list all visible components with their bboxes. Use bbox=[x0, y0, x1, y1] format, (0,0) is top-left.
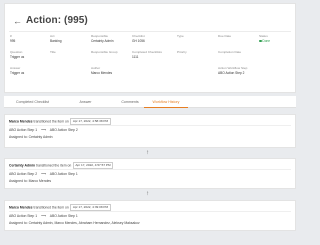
history-transition: ABO Action Step 1 ⟶ ABO Action Step 2 bbox=[9, 128, 78, 132]
to-step: ABO Action Step 2 bbox=[49, 128, 78, 132]
arrow-up-icon: ↑ bbox=[146, 191, 149, 197]
act-value: Banking bbox=[50, 39, 62, 43]
responsible-label: Responsible bbox=[91, 34, 109, 38]
divider bbox=[9, 169, 291, 170]
to-step: ABO Action Step 1 bbox=[49, 172, 78, 176]
from-step: ABO Action Step 2 bbox=[9, 172, 38, 176]
type-label: Type bbox=[177, 34, 184, 38]
history-date: Apr 17, 2022, 4:58:38 PM bbox=[70, 118, 111, 125]
history-transition: ABO Action Step 1 ⟶ ABO Action Step 1 bbox=[9, 214, 78, 218]
assigned-value: Certainty Admin bbox=[28, 135, 53, 139]
history-transition: ABO Action Step 2 ⟶ ABO Action Step 1 bbox=[9, 172, 78, 176]
tab-bar: Completed Checklist Answer Comments Work… bbox=[4, 96, 296, 108]
tab-answer[interactable]: Answer bbox=[61, 96, 110, 108]
divider bbox=[9, 31, 291, 32]
arrow-right-icon: ⟶ bbox=[41, 128, 46, 132]
author-value: Marco Mendes bbox=[91, 71, 113, 75]
arrow-up-icon: ↑ bbox=[146, 150, 149, 156]
question-value: Trigger us bbox=[10, 55, 25, 59]
arrow-right-icon: ⟶ bbox=[41, 172, 46, 176]
arrow-right-icon: ⟶ bbox=[41, 214, 46, 218]
checklist-value: GH 1056 bbox=[132, 39, 145, 43]
history-summary: Marco Mendes transitioned the item on Ap… bbox=[9, 204, 111, 211]
history-date: Apr 17, 2022, 4:39:08 PM bbox=[70, 204, 111, 211]
history-entry: Marco Mendes transitioned the item on Ap… bbox=[4, 114, 296, 148]
history-entry: Marco Mendes transitioned the item on Ap… bbox=[4, 200, 296, 231]
due-date-label: Due Date bbox=[218, 34, 232, 38]
author-label: Author bbox=[91, 66, 101, 70]
question-label: Question bbox=[10, 50, 23, 54]
history-summary: Certainty Admin transitioned the item on… bbox=[9, 162, 114, 169]
completion-date-label: Completion Date bbox=[218, 50, 242, 54]
responsible-value: Certainty Admin bbox=[91, 39, 114, 43]
history-assigned: Assigned to: Marco Mendes bbox=[9, 179, 51, 183]
back-arrow-icon[interactable]: ← bbox=[13, 16, 22, 26]
action-details-card: ← Action: (995) # 995 Act Banking Respon… bbox=[4, 3, 296, 93]
responsible-group-label: Responsible Group bbox=[91, 50, 118, 54]
history-date: Apr 17, 2022, 4:57:57 PM bbox=[72, 162, 114, 169]
status-label: Status bbox=[259, 34, 268, 38]
from-step: ABO Action Step 1 bbox=[9, 128, 38, 132]
history-verb: transitioned the item on bbox=[33, 205, 69, 210]
id-label: # bbox=[10, 34, 12, 38]
history-summary: Marco Mendes transitioned the item on Ap… bbox=[9, 118, 111, 125]
history-assigned: Assigned to: Certainty Admin bbox=[9, 135, 53, 139]
tab-completed-checklist[interactable]: Completed Checklist bbox=[4, 96, 61, 108]
priority-label: Priority bbox=[177, 50, 187, 54]
answer-value: Trigger us bbox=[10, 71, 25, 75]
to-step: ABO Action Step 1 bbox=[49, 214, 78, 218]
assigned-value: Marco Mendes bbox=[28, 179, 52, 183]
history-actor: Marco Mendes bbox=[9, 205, 33, 210]
from-step: ABO Action Step 1 bbox=[9, 214, 38, 218]
act-label: Act bbox=[50, 34, 55, 38]
page-title: Action: (995) bbox=[26, 15, 88, 26]
action-workflow-step-label: Action Workflow Step bbox=[218, 66, 248, 70]
tab-workflow-history[interactable]: Workflow History bbox=[144, 96, 188, 108]
divider bbox=[9, 211, 291, 212]
history-verb: transitioned the item on bbox=[33, 119, 69, 124]
title-label: Title bbox=[50, 50, 56, 54]
assigned-label: Assigned to: bbox=[9, 179, 28, 183]
checklist-label: Checklist bbox=[132, 34, 145, 38]
history-actor: Marco Mendes bbox=[9, 119, 33, 124]
assigned-label: Assigned to: bbox=[9, 135, 28, 139]
assigned-value: Certainty Admin, Marco Mendes, Abraham H… bbox=[28, 221, 140, 225]
history-assigned: Assigned to: Certainty Admin, Marco Mend… bbox=[9, 221, 140, 225]
assigned-label: Assigned to: bbox=[9, 221, 28, 225]
history-entry: Certainty Admin transitioned the item on… bbox=[4, 158, 296, 189]
status-badge: Done bbox=[259, 39, 270, 43]
completed-checklists-label: Completed Checklists bbox=[132, 50, 162, 54]
completed-checklists-value: 1111 bbox=[132, 55, 139, 59]
action-workflow-step-value: ABO Action Step 2 bbox=[218, 71, 245, 75]
history-actor: Certainty Admin bbox=[9, 163, 36, 168]
divider bbox=[9, 125, 291, 126]
answer-label: Answer bbox=[10, 66, 21, 70]
status-value: Done bbox=[262, 39, 271, 43]
history-verb: transitioned the item on bbox=[36, 163, 72, 168]
id-value: 995 bbox=[10, 39, 16, 43]
